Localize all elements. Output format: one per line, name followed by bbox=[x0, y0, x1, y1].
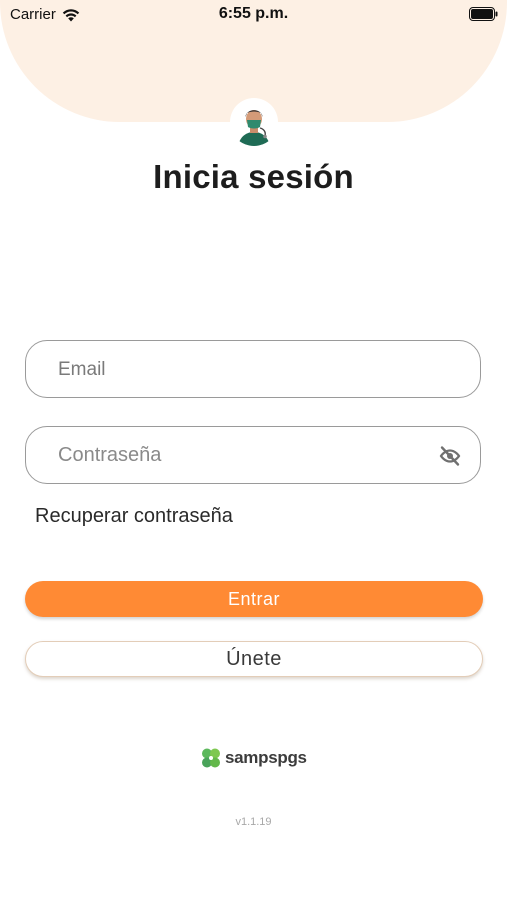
brand-name: sampspgs bbox=[225, 748, 307, 767]
email-input[interactable] bbox=[56, 341, 420, 399]
battery-icon bbox=[469, 7, 498, 21]
status-time: 6:55 p.m. bbox=[218, 5, 289, 22]
page-title: Inicia sesión bbox=[153, 158, 354, 195]
status-bar: Carrier 6:55 p.m. bbox=[0, 0, 507, 28]
password-input[interactable] bbox=[56, 427, 420, 485]
brand-logo: sampspgs bbox=[200, 746, 307, 770]
doctor-avatar-icon bbox=[230, 98, 278, 146]
eye-off-icon[interactable] bbox=[438, 444, 462, 468]
password-field[interactable] bbox=[25, 426, 481, 485]
recover-password-link[interactable]: Recuperar contraseña bbox=[35, 505, 233, 528]
login-button[interactable]: Entrar bbox=[25, 581, 483, 617]
signup-button[interactable]: Únete bbox=[25, 641, 483, 677]
clover-logo-icon bbox=[202, 748, 220, 768]
doctor-illustration bbox=[238, 110, 270, 146]
email-field[interactable] bbox=[25, 340, 481, 399]
app-version: v1.1.19 bbox=[235, 816, 272, 828]
